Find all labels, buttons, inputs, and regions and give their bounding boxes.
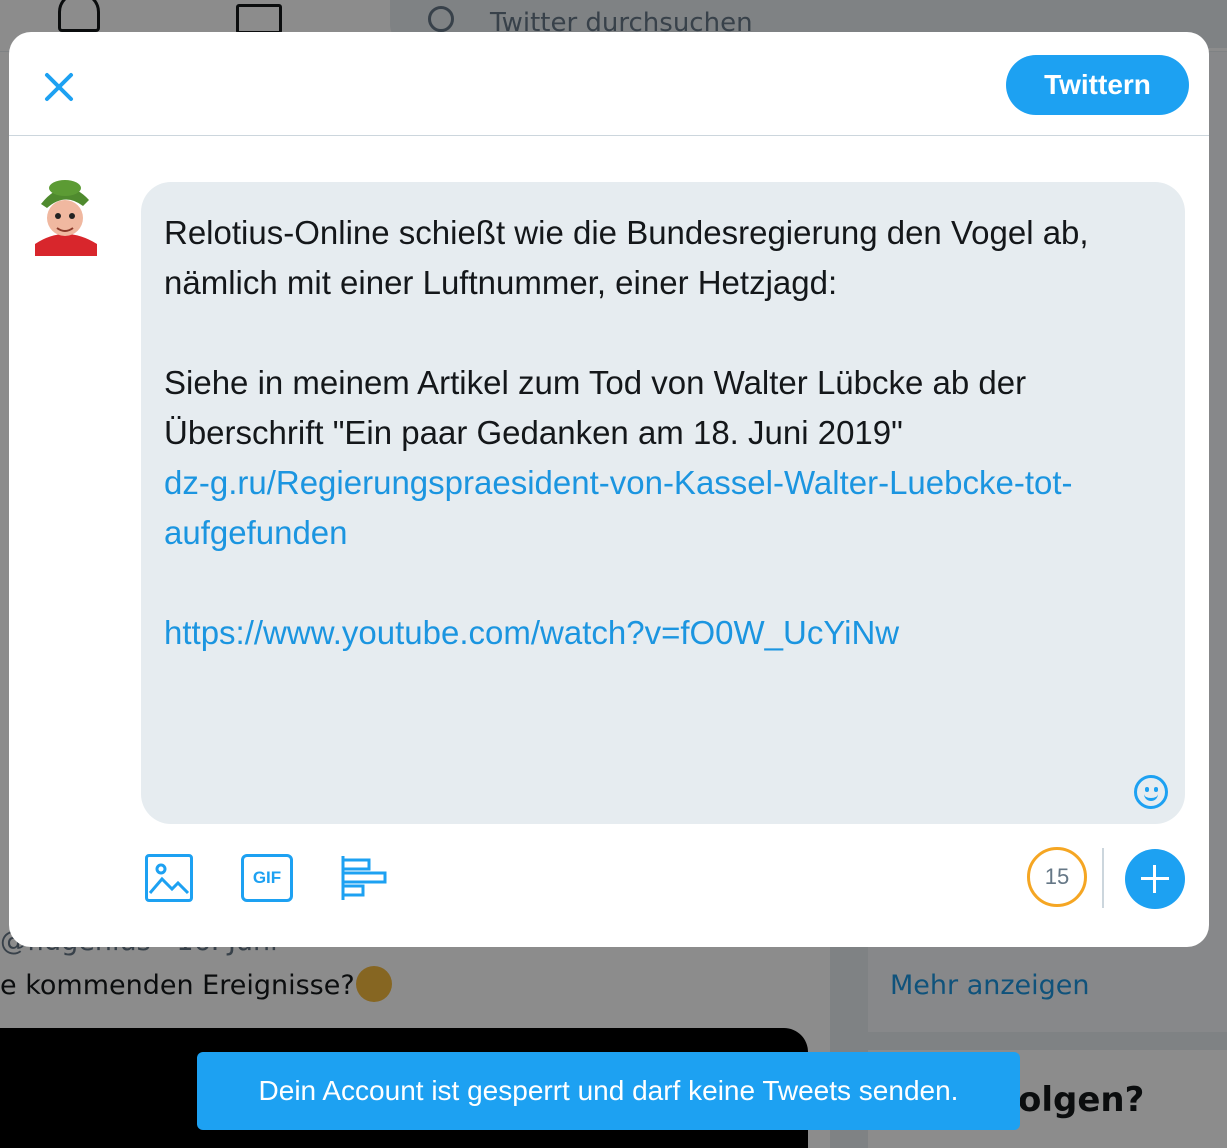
show-more-link[interactable]: Mehr anzeigen bbox=[890, 970, 1090, 1001]
add-icon[interactable] bbox=[1125, 849, 1185, 909]
image-icon[interactable] bbox=[145, 854, 193, 902]
youtube-link[interactable]: https://www.youtube.com/watch?v=fO0W_UcY… bbox=[164, 608, 1124, 658]
composer-paragraph: Relotius-Online schießt wie die Bundesre… bbox=[164, 214, 1089, 301]
search-icon bbox=[428, 6, 454, 32]
compose-tweet-modal: Twittern Relotius-Online schießt wie die… bbox=[9, 32, 1209, 947]
character-counter: 15 bbox=[1027, 847, 1087, 907]
tweet-text: e kommenden Ereignisse? bbox=[0, 970, 355, 1001]
messages-icon[interactable] bbox=[236, 4, 282, 34]
account-locked-toast: Dein Account ist gesperrt und darf keine… bbox=[197, 1052, 1020, 1130]
close-icon[interactable] bbox=[35, 62, 83, 110]
article-link[interactable]: dz-g.ru/Regierungspraesident-von-Kassel-… bbox=[164, 458, 1124, 558]
tweet-button[interactable]: Twittern bbox=[1006, 55, 1189, 115]
modal-header: Twittern bbox=[9, 32, 1209, 136]
emoji-icon[interactable] bbox=[1134, 775, 1168, 809]
poll-icon[interactable] bbox=[340, 854, 390, 902]
toolbar-divider bbox=[1102, 848, 1104, 908]
who-to-follow-heading: olgen? bbox=[1018, 1080, 1145, 1120]
gif-icon[interactable]: GIF bbox=[241, 854, 293, 902]
composer-paragraph: Siehe in meinem Artikel zum Tod von Walt… bbox=[164, 364, 1027, 451]
composer-text[interactable]: Relotius-Online schießt wie die Bundesre… bbox=[164, 208, 1124, 658]
avatar[interactable] bbox=[25, 174, 105, 258]
tweet-composer[interactable]: Relotius-Online schießt wie die Bundesre… bbox=[141, 182, 1185, 824]
thinking-emoji-icon bbox=[356, 966, 392, 1002]
notifications-icon[interactable] bbox=[58, 0, 100, 32]
